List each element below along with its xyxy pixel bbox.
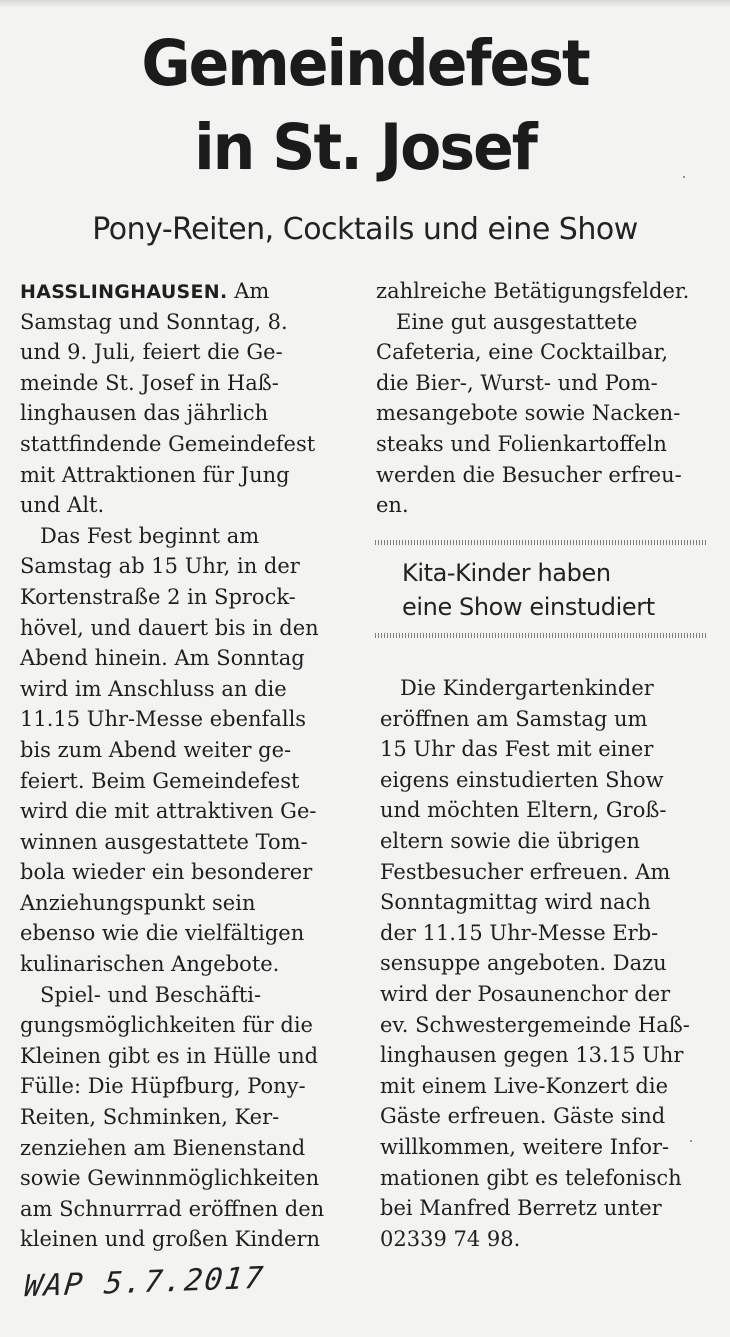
body-line: eltern sowie die übrigen: [380, 828, 640, 853]
scan-speck: [683, 176, 685, 178]
body-line: meinde St. Josef in Haß-: [20, 370, 279, 395]
body-line: Samstag und Sonntag, 8.: [20, 309, 288, 334]
body-line: und möchten Eltern, Groß-: [380, 798, 667, 823]
body-line: 15 Uhr das Fest mit einer: [380, 737, 654, 762]
body-line: Spiel- und Beschäfti-: [20, 982, 262, 1007]
body-line: Samstag ab 15 Uhr, in der: [20, 554, 300, 579]
body-line: winnen ausgestattete Tom-: [20, 829, 308, 854]
body-line: willkommen, weitere Infor-: [380, 1134, 670, 1159]
first-line: HASSLINGHAUSEN. Am: [20, 276, 324, 307]
body-line: mationen gibt es telefonisch: [380, 1165, 682, 1190]
scan-edge: [0, 0, 730, 8]
subheadline: Pony-Reiten, Cocktails und eine Show: [92, 212, 638, 247]
body-line: sowie Gewinnmöglichkeiten: [20, 1166, 320, 1191]
kicker-rule-bottom: [375, 633, 707, 638]
body-line: zenziehen am Bienenstand: [20, 1135, 306, 1160]
body-line: am Schnurrrad eröffnen den: [20, 1196, 325, 1221]
body-line: mesangebote sowie Nacken-: [376, 401, 681, 426]
body-line: kulinarischen Angebote.: [20, 952, 280, 977]
body-line: Abend hinein. Am Sonntag: [20, 646, 305, 671]
body-line: gungsmöglichkeiten für die: [20, 1013, 313, 1038]
body-line: Kleinen gibt es in Hülle und: [20, 1043, 319, 1068]
body-line: sensuppe angeboten. Dazu: [380, 951, 667, 976]
body-line: und 9. Juli, feiert die Ge-: [20, 340, 283, 365]
handwritten-source-note: WAP 5.7.2017: [22, 1260, 267, 1305]
body-line: zahlreiche Betätigungsfelder.: [376, 279, 690, 303]
body-line: Cafeteria, eine Cocktailbar,: [376, 340, 669, 365]
body-line: 11.15 Uhr-Messe ebenfalls: [20, 707, 307, 732]
kicker-line-1: Kita-Kinder haben: [402, 559, 611, 587]
body-line: bis zum Abend weiter ge-: [20, 737, 292, 762]
body-line: stattfindende Gemeindefest: [20, 431, 316, 456]
body-line: wird der Posaunenchor der: [380, 981, 671, 1006]
body-line: bola wieder ein besonderer: [20, 860, 313, 885]
body-line: Gäste erfreuen. Gäste sind: [380, 1104, 666, 1129]
body-line: linghausen gegen 13.15 Uhr: [380, 1043, 684, 1068]
body-line: hövel, und dauert bis in den: [20, 615, 319, 640]
body-line: linghausen das jährlich: [20, 401, 269, 426]
body-line: 02339 74 98.: [380, 1226, 521, 1251]
body-line: Reiten, Schminken, Ker-: [20, 1105, 280, 1130]
body-line: ev. Schwestergemeinde Haß-: [380, 1012, 690, 1037]
body-line: Anziehungspunkt sein: [20, 890, 256, 915]
left-column: HASSLINGHAUSEN. Am Samstag und Sonntag, …: [20, 276, 324, 1255]
body-line: bei Manfred Berretz unter: [380, 1196, 662, 1221]
body-line: Kortenstraße 2 in Sprock-: [20, 584, 296, 609]
body-line: feiert. Beim Gemeindefest: [20, 768, 300, 793]
body-line: mit Attraktionen für Jung: [20, 462, 290, 487]
body-line: Festbesucher erfreuen. Am: [380, 859, 671, 884]
body-line: Eine gut ausgestattete: [376, 309, 638, 334]
body-line: Am: [227, 279, 270, 303]
body-line: und Alt.: [20, 493, 105, 518]
newspaper-clipping: Gemeindefest in St. Josef Pony-Reiten, C…: [0, 0, 730, 1337]
body-line: kleinen und großen Kindern: [20, 1227, 321, 1252]
body-line: eigens einstudierten Show: [380, 767, 664, 792]
body-line: Das Fest beginnt am: [20, 523, 260, 548]
headline-line-1: Gemeindefest: [141, 27, 590, 101]
body-line: werden die Besucher erfreu-: [376, 462, 682, 487]
dateline: HASSLINGHAUSEN.: [20, 281, 228, 303]
kicker-rule-top: [375, 540, 707, 545]
body-line: steaks und Folienkartoffeln: [376, 431, 667, 456]
body-line: en.: [376, 493, 409, 518]
headline-line-2: in St. Josef: [194, 111, 538, 185]
right-column-top: zahlreiche Betätigungsfelder. Eine gut a…: [376, 276, 689, 521]
body-line: Fülle: Die Hüpfburg, Pony-: [20, 1074, 306, 1099]
body-line: Sonntagmittag wird nach: [380, 890, 651, 915]
body-line: Die Kindergartenkinder: [380, 676, 654, 700]
body-line: wird im Anschluss an die: [20, 676, 287, 701]
kicker-line-2: eine Show einstudiert: [402, 593, 655, 621]
scan-speck: [690, 1140, 692, 1142]
body-line: die Bier-, Wurst- und Pom-: [376, 370, 658, 395]
right-column-bottom: Die Kindergartenkinder eröffnen am Samsta…: [380, 673, 690, 1254]
body-line: ebenso wie die vielfältigen: [20, 921, 305, 946]
body-line: der 11.15 Uhr-Messe Erb-: [380, 920, 659, 945]
body-line: wird die mit attraktiven Ge-: [20, 799, 317, 824]
body-line: mit einem Live-Konzert die: [380, 1073, 669, 1098]
body-line: eröffnen am Samstag um: [380, 706, 648, 731]
